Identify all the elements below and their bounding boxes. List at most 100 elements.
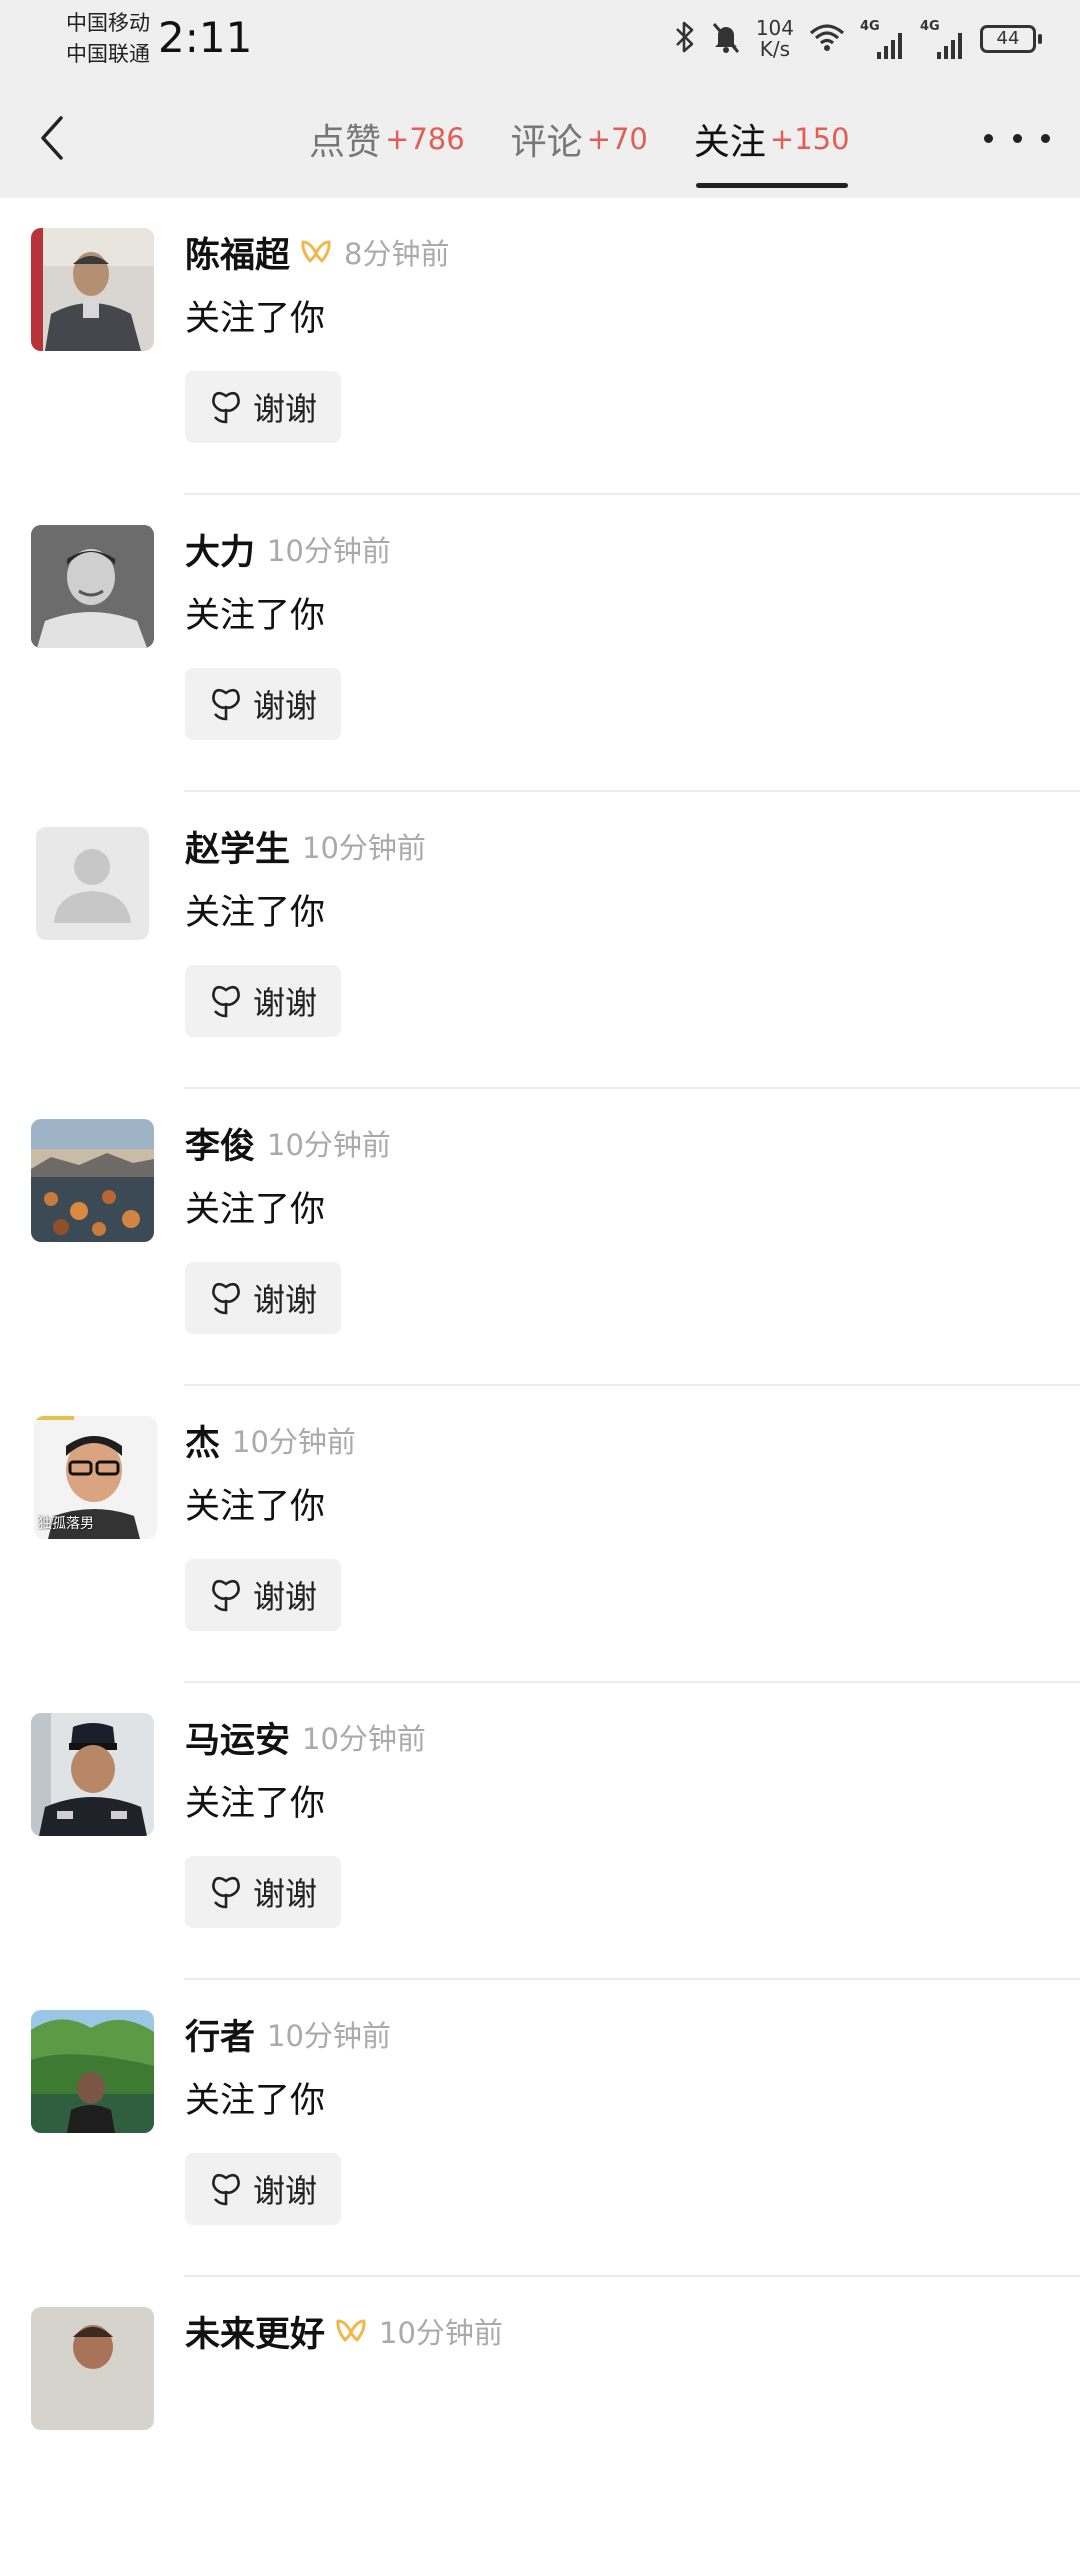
timestamp: 10分钟前 [267,1128,391,1162]
list-item[interactable]: 马运安 10分钟前 关注了你 谢谢 [0,1683,1080,1980]
tab-count: +786 [385,122,465,156]
thanks-label: 谢谢 [252,1578,317,1616]
battery-icon: 44 [980,25,1042,53]
more-options-button[interactable] [984,116,1050,160]
user-name[interactable]: 行者 [185,2009,255,2060]
thanks-button[interactable]: 谢谢 [185,1262,341,1334]
back-arrow-icon [41,116,63,160]
thanks-button[interactable]: 谢谢 [185,1856,341,1928]
tab-comments[interactable]: 评论 +70 [497,80,662,198]
notification-message: 关注了你 [185,596,326,636]
avatar[interactable] [31,2307,154,2430]
thanks-button[interactable]: 谢谢 [185,1559,341,1631]
status-bar: 中国移动 中国联通 2:11 104 K/s 4G 4G 44 [0,0,1080,80]
back-button[interactable] [30,110,74,166]
user-name[interactable]: 杰 [185,1415,220,1466]
status-icons: 104 K/s 4G 4G 44 [674,14,1042,64]
wifi-icon [808,21,846,57]
thanks-label: 谢谢 [252,687,317,725]
flower-icon [212,1282,240,1315]
avatar[interactable] [36,827,149,940]
avatar[interactable] [31,2010,154,2133]
flower-icon [212,688,240,721]
thanks-label: 谢谢 [252,2172,317,2210]
flower-icon [212,2173,240,2206]
user-name[interactable]: 陈福超 [185,227,290,278]
tab-label: 评论 [510,122,583,163]
user-name[interactable]: 赵学生 [185,821,290,872]
avatar[interactable] [31,228,154,351]
active-tab-indicator [695,183,848,188]
user-name[interactable]: 大力 [185,524,255,575]
list-item[interactable]: 大力 10分钟前 关注了你 谢谢 [0,495,1080,792]
tab-label: 点赞 [309,122,382,163]
carrier-2: 中国联通 [66,42,150,66]
carrier-names: 中国移动 中国联通 [66,8,150,70]
speed-value: 104 [755,16,794,40]
avatar-caption: 独孤落男 [38,1516,94,1532]
avatar[interactable] [31,1119,154,1242]
timestamp: 10分钟前 [267,2019,391,2053]
battery-level: 44 [996,28,1020,49]
name-row: 李俊 10分钟前 [185,1119,391,1167]
timestamp: 10分钟前 [379,2316,503,2350]
notification-message: 关注了你 [185,1784,326,1824]
list-item[interactable]: 赵学生 10分钟前 关注了你 谢谢 [0,792,1080,1089]
flower-icon [212,985,240,1018]
carrier-1: 中国移动 [66,11,150,35]
network-speed: 104 K/s [756,18,794,60]
tab-bar: 点赞 +786 评论 +70 关注 +150 [295,80,882,198]
user-name[interactable]: 未来更好 [185,2306,325,2357]
tab-label: 关注 [693,122,766,163]
avatar[interactable] [31,1713,154,1836]
list-item[interactable]: 未来更好 10分钟前 [0,2277,1080,2574]
bluetooth-icon [674,20,696,58]
mute-icon [710,20,742,58]
list-item[interactable]: 陈福超 8分钟前 关注了你 谢谢 [0,198,1080,495]
more-dot-icon [1041,133,1050,143]
name-row: 杰 10分钟前 [185,1416,356,1464]
timestamp: 8分钟前 [344,237,450,271]
top-bar: 点赞 +786 评论 +70 关注 +150 [0,80,1080,198]
user-name[interactable]: 李俊 [185,1118,255,1169]
flower-icon [212,1579,240,1612]
signal-icon: 4G [860,19,906,59]
vip-badge-icon [335,2318,367,2344]
more-dot-icon [1012,133,1022,143]
thanks-button[interactable]: 谢谢 [185,371,341,443]
name-row: 赵学生 10分钟前 [185,822,426,870]
name-row: 马运安 10分钟前 [185,1713,426,1761]
notification-message: 关注了你 [185,893,326,933]
avatar[interactable]: 独孤落男 [34,1416,157,1539]
flower-icon [212,1876,240,1909]
name-row: 陈福超 8分钟前 [185,228,449,276]
thanks-label: 谢谢 [252,1281,317,1319]
thanks-button[interactable]: 谢谢 [185,965,341,1037]
more-dot-icon [984,133,993,143]
thanks-button[interactable]: 谢谢 [185,2153,341,2225]
notification-message: 关注了你 [185,299,326,339]
name-row: 未来更好 10分钟前 [185,2307,503,2355]
list-item[interactable]: 李俊 10分钟前 关注了你 谢谢 [0,1089,1080,1386]
avatar[interactable] [31,525,154,648]
tab-count: +70 [586,122,648,156]
clock: 2:11 [158,13,253,62]
timestamp: 10分钟前 [302,1722,426,1756]
signal-icon: 4G [920,19,966,59]
timestamp: 10分钟前 [232,1425,356,1459]
list-item[interactable]: 行者 10分钟前 关注了你 谢谢 [0,1980,1080,2277]
thanks-label: 谢谢 [252,390,317,428]
notification-message: 关注了你 [185,1190,326,1230]
name-row: 行者 10分钟前 [185,2010,391,2058]
notification-message: 关注了你 [185,1487,326,1527]
notification-list: 陈福超 8分钟前 关注了你 谢谢 大力 10分钟前 关注了你 谢谢 赵学生 10… [0,198,1080,2574]
thanks-button[interactable]: 谢谢 [185,668,341,740]
tab-count: +150 [769,122,850,156]
user-name[interactable]: 马运安 [185,1712,290,1763]
name-row: 大力 10分钟前 [185,525,391,573]
thanks-label: 谢谢 [252,1875,317,1913]
tab-follows[interactable]: 关注 +150 [680,80,864,198]
thanks-label: 谢谢 [252,984,317,1022]
tab-likes[interactable]: 点赞 +786 [295,80,479,198]
list-item[interactable]: 独孤落男 杰 10分钟前 关注了你 谢谢 [0,1386,1080,1683]
